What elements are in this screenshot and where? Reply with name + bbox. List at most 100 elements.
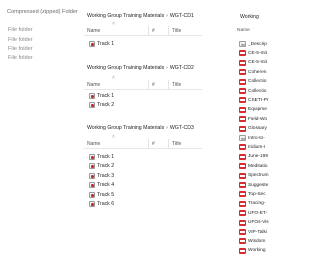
file-row[interactable]: Collectio (239, 87, 266, 95)
file-row[interactable]: Coheren (239, 68, 266, 76)
pdf-icon (239, 200, 246, 207)
file-name: June-199 (248, 154, 269, 160)
track-row[interactable]: Track 1 (89, 153, 114, 161)
track-row[interactable]: Track 4 (89, 181, 114, 189)
column-divider[interactable] (148, 26, 149, 36)
file-name: Collectio (248, 88, 267, 94)
file-row[interactable]: Wisdom (239, 237, 265, 245)
audio-file-icon (89, 154, 95, 160)
track-row[interactable]: Track 2 (89, 101, 114, 109)
audio-file-icon (89, 173, 95, 179)
file-name: VIP-Talki (248, 229, 267, 235)
breadcrumb-current[interactable]: WGT-CD2 (170, 65, 194, 71)
file-name: Spectrum (248, 173, 269, 179)
zip-folder-item[interactable]: File folder (8, 37, 33, 43)
folder-title: Working (240, 14, 259, 20)
breadcrumb-separator-icon: › (166, 65, 168, 71)
pdf-icon (239, 172, 246, 179)
file-row[interactable]: Top-Sec (239, 190, 266, 198)
file-name: _Descrip (248, 41, 267, 47)
column-title[interactable]: Title (172, 141, 181, 147)
column-name[interactable]: Name (237, 28, 250, 33)
track-name: Track 1 (97, 41, 115, 47)
file-row[interactable]: June-199 (239, 153, 268, 161)
zip-folder-item[interactable]: File folder (8, 55, 33, 61)
column-divider[interactable] (168, 26, 169, 36)
breadcrumb-current[interactable]: WGT-CD1 (170, 13, 194, 19)
pdf-icon (239, 210, 246, 217)
column-divider[interactable] (148, 139, 149, 149)
audio-file-icon (89, 163, 95, 169)
track-name: Track 3 (97, 173, 115, 179)
column-header: ˄ Name # Title (84, 75, 202, 90)
file-row[interactable]: _Descrip (239, 40, 267, 48)
file-row[interactable]: Suggeste (239, 181, 268, 189)
breadcrumb-parent[interactable]: Working Group Training Materials (87, 13, 164, 19)
file-row[interactable]: Meditatio (239, 162, 267, 170)
track-name: Track 4 (97, 182, 115, 188)
column-divider[interactable] (168, 139, 169, 149)
zip-folder-panel: Compressed (zipped) Folder File folder F… (0, 0, 82, 270)
file-row[interactable]: Spectrum (239, 172, 269, 180)
pdf-icon (239, 106, 246, 113)
breadcrumb-separator-icon: › (166, 125, 168, 131)
pdf-icon (239, 238, 246, 245)
zip-folder-type-label: Compressed (zipped) Folder (7, 9, 78, 15)
column-number[interactable]: # (152, 28, 155, 34)
column-number[interactable]: # (152, 82, 155, 88)
track-name: Track 1 (97, 154, 115, 160)
file-row[interactable]: Equipme (239, 106, 267, 114)
track-row[interactable]: Track 5 (89, 191, 114, 199)
file-row[interactable]: Glossary (239, 125, 267, 133)
audio-file-icon (89, 182, 95, 188)
breadcrumb-current[interactable]: WGT-CD3 (170, 125, 194, 131)
file-row[interactable]: UFO-ET- (239, 209, 267, 217)
audio-file-icon (89, 102, 95, 108)
file-name: CSETI-Pr (248, 97, 269, 103)
track-row[interactable]: Track 6 (89, 200, 114, 208)
column-name[interactable]: Name (87, 28, 100, 34)
column-name[interactable]: Name (87, 141, 100, 147)
sort-ascending-icon: ˄ (112, 75, 115, 81)
column-number[interactable]: # (152, 141, 155, 147)
pdf-icon (239, 153, 246, 160)
track-row[interactable]: Track 2 (89, 162, 114, 170)
breadcrumb-parent[interactable]: Working Group Training Materials (87, 125, 164, 131)
zip-folder-item[interactable]: File folder (8, 27, 33, 33)
file-row[interactable]: Intro-to- (239, 134, 265, 142)
file-row[interactable]: Collectio (239, 78, 266, 86)
column-title[interactable]: Title (172, 82, 181, 88)
track-row[interactable]: Track 3 (89, 172, 114, 180)
breadcrumb: Working Group Training Materials › WGT-CD2 (87, 65, 194, 71)
pdf-icon (239, 97, 246, 104)
file-name: Iridium-I (248, 144, 266, 150)
file-row[interactable]: VIP-Talki (239, 228, 267, 236)
file-row[interactable]: CSETI-Pr (239, 96, 269, 104)
file-row[interactable]: Field-Wo (239, 115, 267, 123)
column-divider[interactable] (148, 80, 149, 90)
column-header: ˄ Name # Title (84, 21, 202, 36)
column-name[interactable]: Name (87, 82, 100, 88)
track-row[interactable]: Track 1 (89, 40, 114, 48)
right-file-list: Working Name _Descrip CE-5-Init CE-5-Init C… (237, 0, 270, 270)
audio-file-icon (89, 41, 95, 47)
audio-file-icon (89, 93, 95, 99)
pdf-icon (239, 229, 246, 235)
file-name: UFOs-Vis (248, 220, 269, 226)
file-row[interactable]: Working (239, 247, 266, 255)
breadcrumb-parent[interactable]: Working Group Training Materials (87, 65, 164, 71)
file-name: Glossary (248, 126, 267, 132)
file-row[interactable]: Tracing- (239, 200, 265, 208)
column-title[interactable]: Title (172, 28, 181, 34)
sort-ascending-icon: ˄ (112, 21, 115, 27)
file-name: Top-Sec (248, 191, 266, 197)
track-row[interactable]: Track 1 (89, 92, 114, 100)
pdf-icon (239, 59, 246, 66)
file-row[interactable]: Iridium-I (239, 143, 265, 151)
file-name: Wisdom (248, 238, 266, 244)
file-row[interactable]: UFOs-Vis (239, 219, 269, 227)
file-row[interactable]: CE-5-Init (239, 59, 267, 67)
zip-folder-item[interactable]: File folder (8, 46, 33, 52)
file-row[interactable]: CE-5-Init (239, 49, 267, 57)
column-divider[interactable] (168, 80, 169, 90)
